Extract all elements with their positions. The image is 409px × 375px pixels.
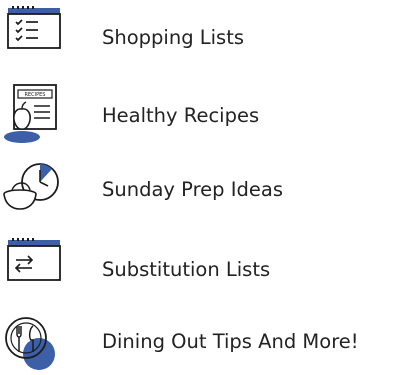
list-item-shopping-lists[interactable]: Shopping Lists [0, 6, 409, 66]
list-item-substitution-lists[interactable]: Substitution Lists [0, 238, 409, 298]
fork-knife-plate-icon [0, 312, 64, 372]
list-item-label: Dining Out Tips And More! [102, 330, 359, 353]
clock-meal-bowl-icon [0, 160, 64, 220]
list-item-sunday-prep[interactable]: Sunday Prep Ideas [0, 160, 409, 220]
list-item-label: Substitution Lists [102, 258, 271, 281]
list-item-label: Healthy Recipes [102, 104, 260, 127]
recipe-card-apple-icon: RECIPES [0, 84, 64, 144]
list-item-healthy-recipes[interactable]: RECIPES Healthy Recipes [0, 84, 409, 144]
swap-arrows-calendar-icon [0, 238, 64, 298]
list-item-label: Sunday Prep Ideas [102, 178, 283, 201]
list-item-dining-out[interactable]: Dining Out Tips And More! [0, 312, 409, 372]
svg-text:RECIPES: RECIPES [25, 92, 46, 98]
checklist-calendar-icon [0, 6, 64, 66]
list-item-label: Shopping Lists [102, 26, 245, 49]
